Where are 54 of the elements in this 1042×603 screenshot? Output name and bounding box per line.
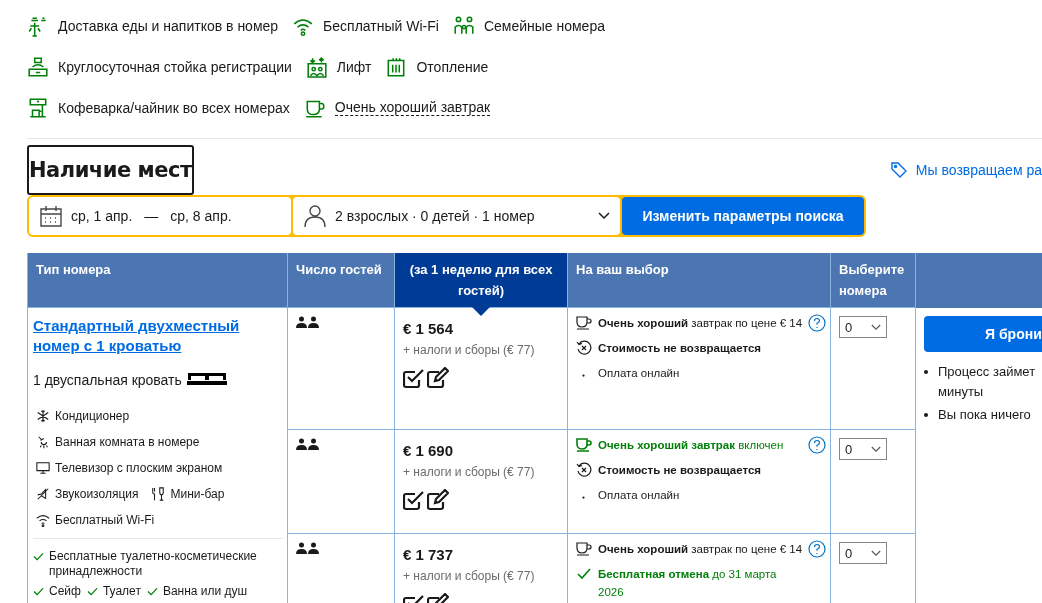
amenity-label: Телевизор с плоским экраном [55, 461, 223, 475]
condition-text: Стоимость не возвращается [598, 463, 762, 478]
section-heading: Наличие мест [27, 145, 194, 195]
guests-text: 2 взрослых · 0 детей · 1 номер [335, 208, 536, 224]
facility-label: Доставка еды и напитков в номер [58, 17, 279, 34]
price: € 1 737 [403, 546, 455, 563]
facility-label: Отопление [416, 58, 489, 75]
booking-note: Вы пока ничего [938, 405, 1031, 424]
reserve-button[interactable]: Я брони [924, 315, 1042, 352]
amenity-label: Бесплатный Wi-Fi [55, 513, 155, 527]
price: € 1 690 [403, 442, 455, 459]
quantity-select[interactable]: 0 [839, 542, 887, 564]
taxes-text: + налоги и сборы (€ 77) [403, 569, 536, 583]
condition-text: Стоимость не возвращается [598, 341, 762, 356]
condition-text: Очень хороший завтрак включен [598, 438, 785, 453]
amenity-label: Кондиционер [55, 409, 130, 423]
date-separator: — [144, 208, 159, 224]
condition-text: Оплата онлайн [598, 366, 681, 381]
promo-link[interactable]: Мы возвращаем ра [915, 162, 1042, 178]
extra-label: Ванна или душ [162, 584, 248, 599]
column-header: Выберите номера [830, 253, 916, 308]
taxes-text: + налоги и сборы (€ 77) [403, 343, 536, 357]
facility-label: Семейные номера [483, 17, 605, 34]
quantity-select[interactable]: 0 [839, 316, 887, 338]
column-header: Тип номера [27, 253, 288, 308]
search-button[interactable]: Изменить параметры поиска [622, 197, 864, 235]
booking-note: Процесс займет [938, 362, 1036, 381]
quantity-select[interactable]: 0 [839, 438, 887, 460]
condition-text: Очень хороший завтрак по цене € 14 [598, 542, 804, 557]
amenity-label: Мини-бар [170, 487, 225, 501]
guests-field[interactable]: 2 взрослых · 0 детей · 1 номер [293, 197, 620, 235]
facility-label[interactable]: Очень хороший завтрак [334, 99, 491, 116]
booking-note: минуты [938, 382, 984, 401]
price: € 1 564 [403, 320, 455, 337]
facility-label: Лифт [336, 58, 372, 75]
column-header: Число гостей [287, 253, 395, 308]
date-start: ср, 1 апр. [71, 208, 133, 224]
amenity-label: Звукоизоляция [55, 487, 139, 501]
amenity-label: Ванная комната в номере [55, 435, 200, 449]
column-header: На ваш выбор [567, 253, 831, 308]
room-title-link[interactable]: Стандартный двухместный номер с 1 кроватью [33, 316, 263, 356]
condition-text: Бесплатная отмена до 31 марта 2026 [598, 567, 778, 600]
condition-text: Оплата онлайн [598, 488, 681, 503]
date-field[interactable]: ср, 1 апр. — ср, 8 апр. [29, 197, 291, 235]
facility-label: Кофеварка/чайник во всех номерах [58, 99, 290, 116]
extra-label: Туалет [102, 584, 141, 599]
extra-label: Сейф [49, 584, 81, 599]
taxes-text: + налоги и сборы (€ 77) [403, 465, 536, 479]
facility-label: Бесплатный Wi-Fi [323, 17, 439, 34]
facility-label: Круглосуточная стойка регистрации [58, 58, 292, 75]
condition-text: Очень хороший завтрак по цене € 14 [598, 316, 804, 331]
date-end: ср, 8 апр. [170, 208, 232, 224]
extra-label: Бесплатные туалетно-косметические принадлежности [49, 549, 258, 579]
bed-text: 1 двуспальная кровать [33, 372, 182, 388]
